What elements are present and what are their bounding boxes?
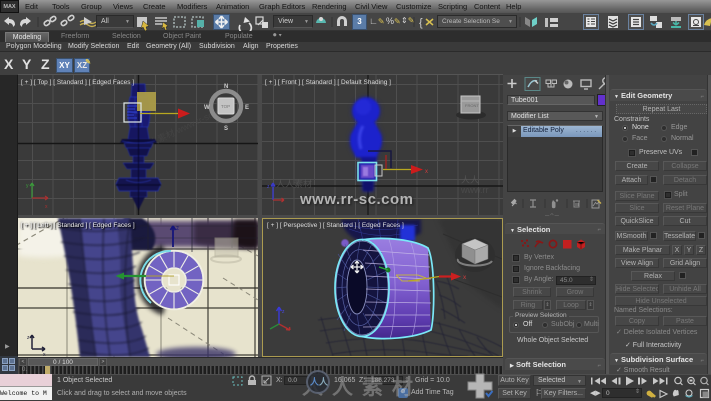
- svg-text:人人: 人人: [461, 175, 479, 185]
- svg-text:z: z: [267, 184, 270, 190]
- svg-text:z: z: [27, 335, 30, 341]
- svg-text:N: N: [224, 84, 228, 90]
- svg-text:S: S: [224, 126, 228, 132]
- svg-text:x: x: [425, 169, 428, 175]
- svg-text:E: E: [245, 105, 249, 111]
- svg-text:TOP: TOP: [221, 104, 230, 109]
- svg-text:人人素材: 人人素材: [276, 178, 312, 189]
- svg-text:W: W: [204, 105, 210, 111]
- svg-text:z: z: [176, 226, 179, 232]
- svg-text:y: y: [26, 183, 29, 189]
- svg-text:z: z: [282, 309, 285, 315]
- svg-text:x: x: [45, 204, 48, 210]
- svg-text:{: {: [419, 17, 423, 29]
- svg-text:FRONT: FRONT: [465, 103, 479, 108]
- svg-text:www.rr: www.rr: [460, 185, 489, 195]
